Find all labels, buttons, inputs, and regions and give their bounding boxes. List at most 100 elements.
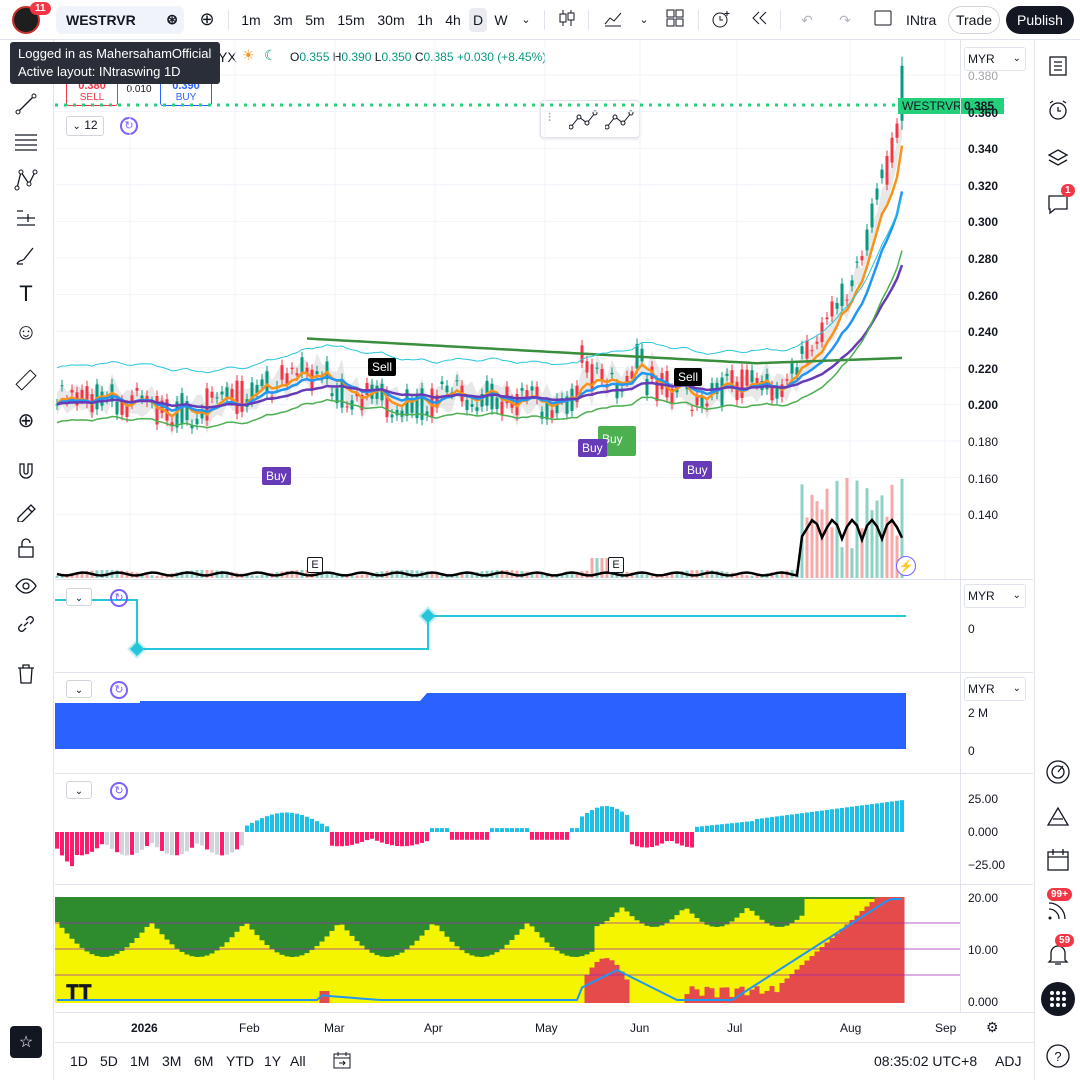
- lock-drawing-icon[interactable]: [12, 496, 40, 524]
- trash-icon[interactable]: [12, 660, 40, 688]
- fib-retracement-icon[interactable]: [12, 128, 40, 156]
- help-icon[interactable]: ?: [1044, 1042, 1072, 1070]
- price-label: 0.360: [968, 105, 999, 120]
- interval-3m[interactable]: 3m: [270, 8, 296, 32]
- symbol-options-icon[interactable]: ⊛: [166, 11, 178, 28]
- replay-icon[interactable]: [748, 8, 770, 32]
- tradingview-logo[interactable]: 𝐓𝐓: [66, 982, 92, 1005]
- strength-bar: [299, 897, 305, 956]
- sell-signal: Sell: [368, 358, 397, 376]
- emoji-icon[interactable]: ☺: [12, 318, 40, 346]
- redo-icon[interactable]: ↷: [834, 8, 856, 32]
- range-1m[interactable]: 1M: [130, 1053, 149, 1069]
- momentum-histogram-pane[interactable]: [55, 774, 960, 884]
- range-3m[interactable]: 3M: [162, 1053, 181, 1069]
- forecast-icon[interactable]: [12, 204, 40, 232]
- link-icon[interactable]: [12, 610, 40, 638]
- adj-toggle[interactable]: ADJ: [995, 1053, 1021, 1069]
- range-all[interactable]: All: [290, 1053, 306, 1069]
- interval-15m[interactable]: 15m: [334, 8, 368, 32]
- axis-label: 0.000: [968, 995, 999, 1009]
- trade-button[interactable]: Trade: [948, 6, 1000, 34]
- brush-icon[interactable]: [12, 242, 40, 270]
- pane-collapse[interactable]: ⌄: [66, 680, 92, 698]
- ideas-icon[interactable]: [1044, 804, 1072, 832]
- strength-bar: [659, 897, 665, 926]
- range-ytd[interactable]: YTD: [226, 1053, 254, 1069]
- trend-strength-pane[interactable]: [55, 885, 960, 1012]
- pattern-icon[interactable]: [12, 166, 40, 194]
- pane-collapse[interactable]: ⌄: [66, 781, 92, 799]
- strength-bar: [454, 897, 460, 947]
- range-6m[interactable]: 6M: [194, 1053, 213, 1069]
- ruler-icon[interactable]: [12, 366, 40, 394]
- sync-icon[interactable]: ↻: [110, 681, 128, 699]
- calendar-icon[interactable]: [1044, 846, 1072, 874]
- strength-bar: [599, 897, 605, 925]
- compare-add-icon[interactable]: ⊕: [196, 8, 218, 32]
- sync-icon[interactable]: ↻: [110, 782, 128, 800]
- undo-icon[interactable]: ↶: [796, 8, 818, 32]
- eye-icon[interactable]: [12, 572, 40, 600]
- candles-icon[interactable]: [556, 8, 578, 32]
- alert-icon[interactable]: [710, 8, 732, 32]
- price-chart[interactable]: [55, 40, 960, 580]
- trend-line-icon[interactable]: [12, 90, 40, 118]
- templates-icon[interactable]: [664, 8, 686, 32]
- symbol-search[interactable]: WESTRVR ⊛: [56, 6, 184, 34]
- watchlist-icon[interactable]: [1044, 52, 1072, 80]
- settings-icon[interactable]: ⚙: [986, 1019, 999, 1036]
- zoom-in-icon[interactable]: ⊕: [12, 406, 40, 434]
- interval-1m[interactable]: 1m: [238, 8, 264, 32]
- star-icon[interactable]: ☆: [10, 1026, 42, 1058]
- step-indicator-pane[interactable]: [55, 580, 960, 672]
- alarm-clock-icon[interactable]: [1044, 96, 1072, 124]
- clock[interactable]: 08:35:02 UTC+8: [874, 1053, 977, 1069]
- currency-select[interactable]: MYR ⌄: [964, 47, 1026, 71]
- text-icon[interactable]: T: [12, 280, 40, 308]
- date-range-icon[interactable]: [332, 1050, 352, 1073]
- histogram-bar: [330, 832, 334, 846]
- earnings-marker[interactable]: E: [307, 557, 323, 573]
- indicators-icon[interactable]: [602, 8, 624, 32]
- lightning-icon[interactable]: ⚡: [896, 556, 916, 576]
- range-1d[interactable]: 1D: [70, 1053, 88, 1069]
- magnet-icon[interactable]: [12, 458, 40, 486]
- sync-icon[interactable]: ↻: [110, 589, 128, 607]
- volume-bar: [825, 488, 829, 578]
- chevron-down-icon[interactable]: ⌄: [518, 8, 534, 32]
- candle-body: [860, 255, 864, 261]
- range-5d[interactable]: 5D: [100, 1053, 118, 1069]
- volume-bar: [890, 484, 894, 578]
- range-1y[interactable]: 1Y: [264, 1053, 281, 1069]
- apps-grid-icon[interactable]: [1041, 982, 1075, 1016]
- currency-select[interactable]: MYR ⌄: [964, 584, 1026, 608]
- strength-bar: [594, 897, 600, 927]
- area-indicator-pane[interactable]: [55, 673, 960, 773]
- interval-d[interactable]: D: [469, 8, 487, 32]
- interval-w[interactable]: W: [492, 8, 510, 32]
- interval-30m[interactable]: 30m: [374, 8, 408, 32]
- lock-icon[interactable]: [12, 534, 40, 562]
- interval-4h[interactable]: 4h: [442, 8, 464, 32]
- pane-collapse[interactable]: ⌄: [66, 588, 92, 606]
- gauge-icon[interactable]: [1044, 758, 1072, 786]
- strength-bar: [399, 897, 405, 953]
- strength-bar: [664, 897, 670, 923]
- volume-bar: [260, 574, 264, 578]
- strength-bar: [99, 897, 105, 957]
- interval-1h[interactable]: 1h: [414, 8, 436, 32]
- chevron-down-icon[interactable]: ⌄: [636, 8, 652, 32]
- currency-select[interactable]: MYR ⌄: [964, 677, 1026, 701]
- volume-bar: [810, 494, 814, 578]
- layers-icon[interactable]: [1044, 144, 1072, 172]
- histogram-bar: [620, 811, 624, 832]
- layout-icon[interactable]: [872, 8, 894, 32]
- strength-bar: [554, 897, 560, 951]
- interval-5m[interactable]: 5m: [302, 8, 328, 32]
- histogram-bar: [755, 819, 759, 832]
- publish-button[interactable]: Publish: [1006, 6, 1074, 34]
- layout-name[interactable]: INtra: [906, 8, 936, 32]
- earnings-marker[interactable]: E: [608, 557, 624, 573]
- candle-body: [595, 367, 599, 369]
